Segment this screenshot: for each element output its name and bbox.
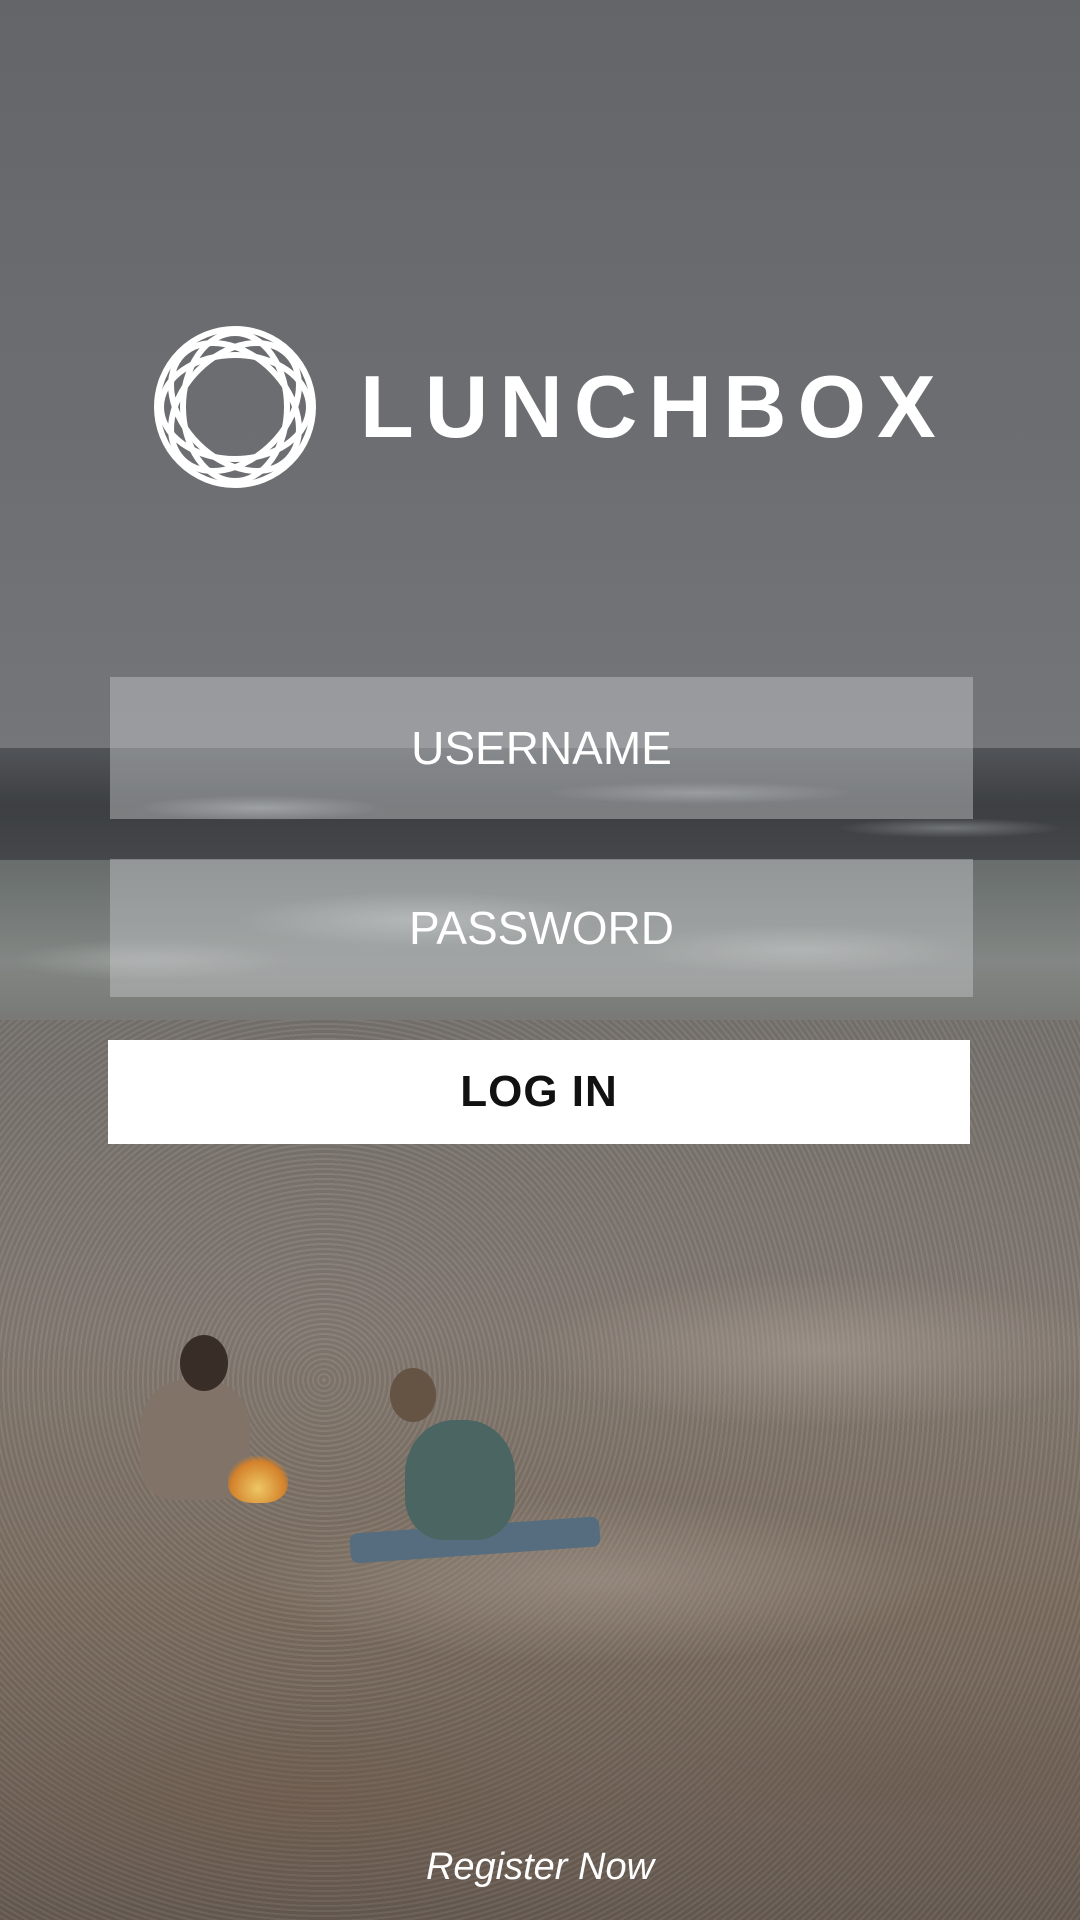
brand-logo: LUNCHBOX — [150, 322, 936, 492]
password-input[interactable] — [110, 859, 973, 997]
login-screen: LUNCHBOX LOG IN Register Now — [0, 0, 1080, 1920]
username-input[interactable] — [110, 677, 973, 819]
login-button[interactable]: LOG IN — [108, 1040, 970, 1144]
brand-name: LUNCHBOX — [360, 357, 947, 456]
interlaced-rings-logo-icon — [154, 326, 316, 488]
register-now-link[interactable]: Register Now — [0, 1846, 1080, 1889]
